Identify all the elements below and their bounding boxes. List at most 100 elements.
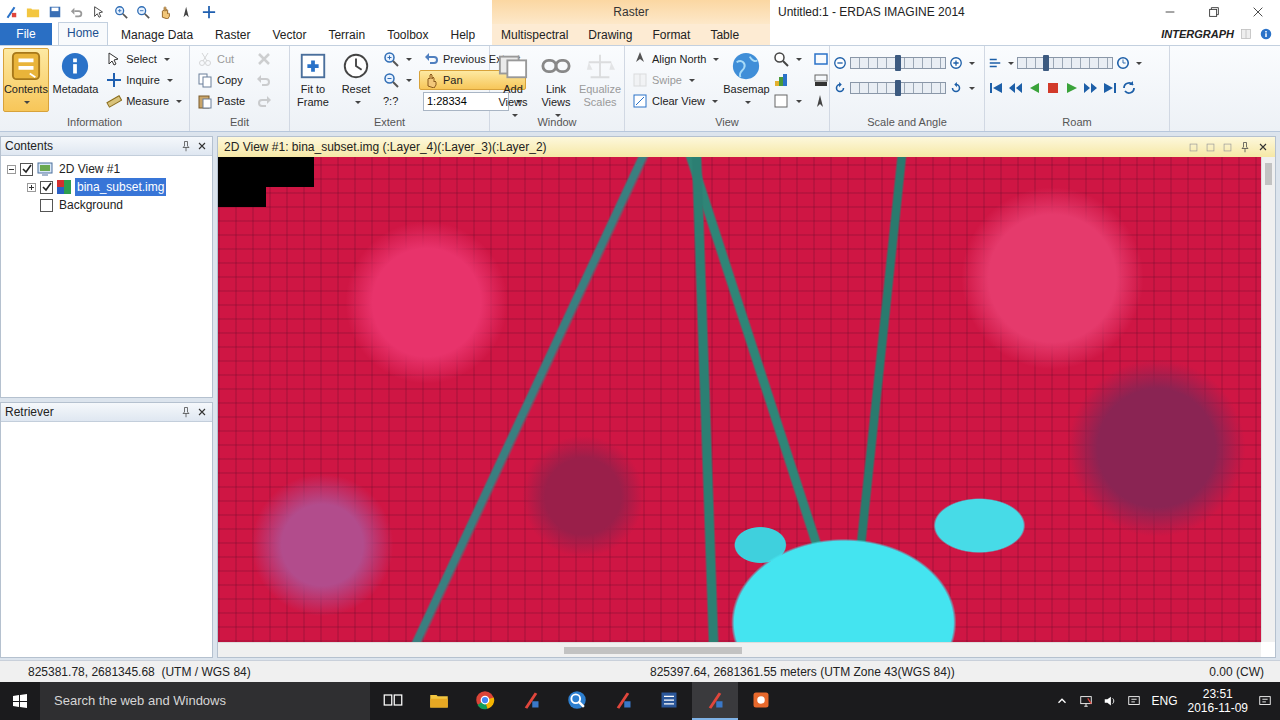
ribbon-button[interactable]: Contents (3, 48, 49, 112)
roam1-icon[interactable] (988, 56, 1002, 70)
play-icon[interactable] (1064, 80, 1080, 96)
back-icon[interactable] (1026, 80, 1042, 96)
roam-speed-track[interactable] (1017, 57, 1113, 69)
first-icon[interactable] (988, 80, 1004, 96)
mprev-icon[interactable] (1007, 80, 1023, 96)
taskbar-app[interactable] (692, 682, 738, 720)
pin-icon[interactable] (180, 140, 192, 152)
slider-track[interactable] (850, 82, 946, 94)
ribbon-button[interactable]: Add Views (493, 48, 533, 124)
ribbon-tab[interactable]: Toolbox (378, 24, 437, 45)
context-tab[interactable]: Drawing (579, 24, 641, 45)
roam2-icon[interactable] (1116, 56, 1130, 70)
dropdown-arrow[interactable] (689, 79, 695, 82)
appicon-icon[interactable] (4, 5, 18, 19)
restore-button[interactable] (1192, 0, 1236, 24)
tool-button[interactable] (769, 49, 806, 69)
slider-thumb[interactable] (895, 80, 901, 96)
network-icon[interactable] (1079, 694, 1093, 708)
tree-item-label[interactable]: Background (57, 196, 125, 214)
zoomout-icon[interactable] (136, 5, 150, 19)
taskbar-app[interactable] (462, 682, 508, 720)
minus-icon[interactable] (833, 56, 847, 70)
dropdown-arrow[interactable] (969, 62, 975, 65)
ribbon-button[interactable]: Fit to Frame (293, 48, 333, 112)
ribbon-button[interactable]: Basemap (726, 48, 766, 112)
pin-icon[interactable] (180, 406, 192, 418)
ribbon-tab[interactable]: Help (442, 24, 485, 45)
pin-icon[interactable] (1239, 141, 1251, 153)
tool-button[interactable] (379, 70, 416, 90)
slider-track[interactable] (850, 57, 946, 69)
zoomin-icon[interactable] (114, 5, 128, 19)
ribbon-button[interactable]: Reset (336, 48, 376, 112)
minimize-button[interactable] (1148, 0, 1192, 24)
loop-icon[interactable] (1121, 80, 1137, 96)
ribbon-small-button[interactable]: Measure (102, 91, 186, 111)
expand-toggle[interactable] (7, 165, 16, 174)
clock[interactable]: 23:512016-11-09 (1188, 687, 1249, 716)
start-button[interactable] (0, 682, 40, 720)
tool-button[interactable] (252, 49, 276, 69)
keyboard-icon[interactable] (1127, 694, 1141, 708)
vertical-scrollbar[interactable] (1261, 157, 1275, 642)
save-icon[interactable] (48, 5, 62, 19)
roam-speed-thumb[interactable] (1043, 55, 1049, 71)
stop-icon[interactable] (1045, 80, 1061, 96)
dropdown-arrow[interactable] (796, 58, 802, 61)
ribbon-tab[interactable]: Terrain (319, 24, 374, 45)
input-language[interactable]: ENG (1151, 692, 1177, 710)
ribbon-tab[interactable]: Vector (263, 24, 315, 45)
select-icon[interactable] (92, 5, 106, 19)
volume-icon[interactable] (1103, 694, 1117, 708)
ribbon-small-button[interactable]: Clear View (628, 91, 723, 111)
dropdown-arrow[interactable] (167, 79, 173, 82)
dropdown-arrow[interactable] (164, 58, 170, 61)
taskbar-search[interactable] (40, 682, 370, 720)
ribbon-tab[interactable]: Home (58, 22, 108, 45)
taskbar-app[interactable] (370, 682, 416, 720)
last-icon[interactable] (1102, 80, 1118, 96)
expand-toggle[interactable] (27, 183, 36, 192)
tool-button[interactable] (769, 70, 806, 90)
context-tab[interactable]: Multispectral (492, 24, 577, 45)
view-tool-icon[interactable] (1188, 142, 1199, 153)
action-center-icon[interactable] (1258, 694, 1272, 708)
dropdown-arrow[interactable] (1136, 62, 1142, 65)
tool-button[interactable] (379, 49, 416, 69)
tree-item-label[interactable]: bina_subset.img (75, 178, 166, 196)
taskbar-app[interactable] (600, 682, 646, 720)
close-icon[interactable] (1257, 141, 1269, 153)
inquire-icon[interactable] (202, 5, 216, 19)
dropdown-arrow[interactable] (745, 101, 751, 104)
tool-button[interactable] (252, 70, 276, 90)
ribbon-small-button[interactable]: Inquire (102, 70, 186, 90)
plus-icon[interactable] (949, 56, 963, 70)
ribbon-small-button[interactable]: Align North (628, 49, 723, 69)
ribbon-small-button[interactable]: ?:? (379, 91, 416, 111)
view-tool-icon[interactable] (1205, 142, 1216, 153)
tree-item[interactable]: bina_subset.img (23, 178, 210, 196)
taskbar-app[interactable] (416, 682, 462, 720)
rotl-icon[interactable] (833, 81, 847, 95)
tree-item[interactable]: 2D View #1 (3, 160, 210, 178)
dropdown-arrow[interactable] (713, 58, 719, 61)
arrowtool-icon[interactable] (180, 5, 194, 19)
scroll-thumb[interactable] (564, 647, 741, 654)
horizontal-scrollbar[interactable] (218, 642, 1261, 657)
dropdown-arrow[interactable] (512, 114, 518, 117)
layer-checkbox[interactable] (20, 163, 33, 176)
dropdown-arrow[interactable] (712, 100, 718, 103)
satellite-image[interactable] (218, 157, 1261, 642)
next-icon[interactable] (1083, 80, 1099, 96)
ribbon-small-button[interactable]: Cut (193, 49, 249, 69)
close-button[interactable] (1236, 0, 1280, 24)
ribbon-small-button[interactable]: Select (102, 49, 186, 69)
dropdown-arrow[interactable] (176, 100, 182, 103)
dropdown-arrow[interactable] (1008, 62, 1014, 65)
tree-item-label[interactable]: 2D View #1 (57, 160, 122, 178)
context-tab[interactable]: Table (701, 24, 748, 45)
dropdown-arrow[interactable] (969, 87, 975, 90)
rotr-icon[interactable] (949, 81, 963, 95)
dropdown-arrow[interactable] (406, 58, 412, 61)
